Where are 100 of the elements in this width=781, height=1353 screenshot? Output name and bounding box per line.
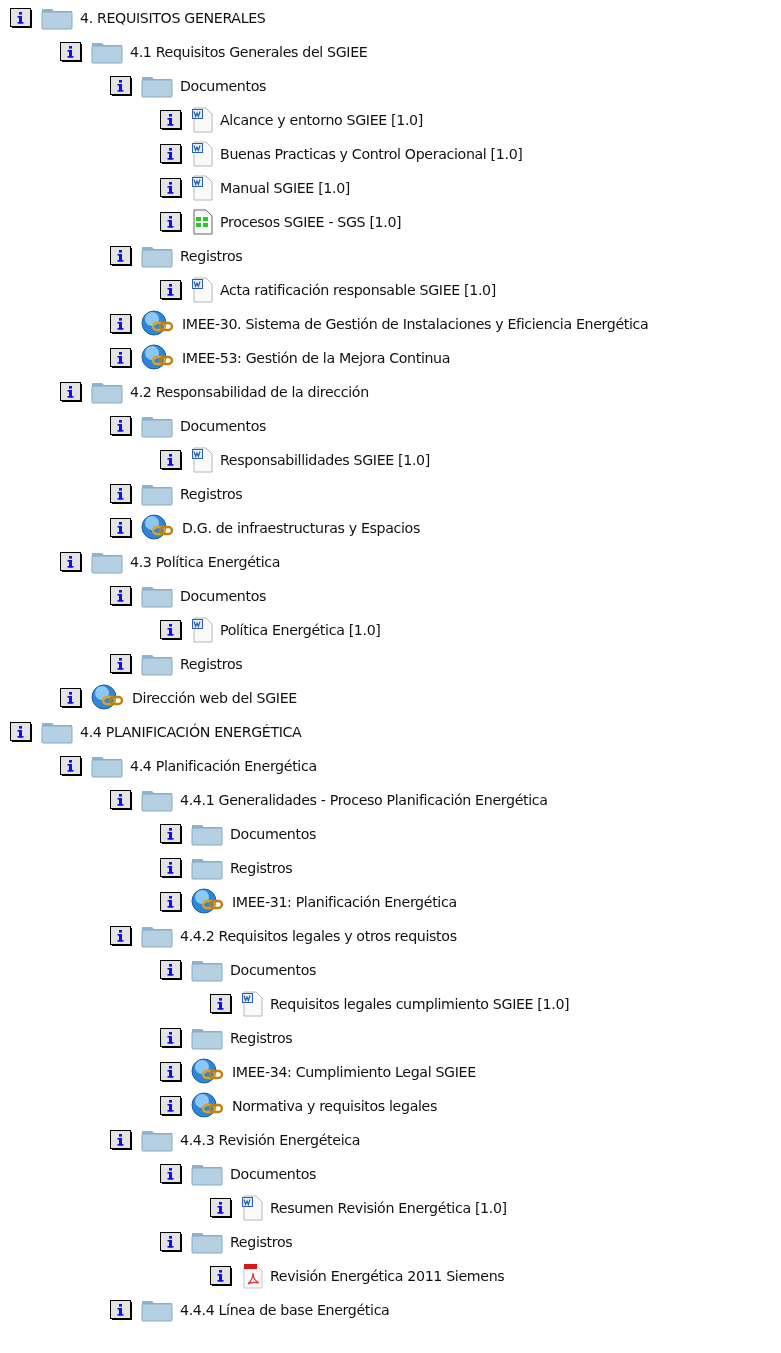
folder-label[interactable]: 4.4 Planificación Energética (130, 758, 317, 774)
info-icon[interactable] (110, 1299, 133, 1321)
info-icon[interactable] (160, 279, 183, 301)
file-label[interactable]: Alcance y entorno SGIEE [1.0] (220, 112, 423, 128)
folder-label[interactable]: 4.4 PLANIFICACIÓN ENERGÉTICA (80, 724, 302, 740)
folder-icon (141, 584, 173, 608)
info-icon[interactable] (160, 823, 183, 845)
info-icon[interactable] (160, 1095, 183, 1117)
info-icon[interactable] (110, 347, 133, 369)
folder-icon (141, 74, 173, 98)
info-icon[interactable] (160, 143, 183, 165)
folder-icon (41, 720, 73, 744)
info-icon[interactable] (110, 75, 133, 97)
file-label[interactable]: Política Energética [1.0] (220, 622, 381, 638)
info-icon[interactable] (160, 857, 183, 879)
info-icon[interactable] (110, 653, 133, 675)
info-icon[interactable] (160, 211, 183, 233)
folder-label[interactable]: 4.1 Requisitos Generales del SGIEE (130, 44, 368, 60)
folder-label[interactable]: Documentos (180, 418, 267, 434)
link-label[interactable]: Normativa y requisitos legales (232, 1098, 437, 1114)
info-icon[interactable] (110, 313, 133, 335)
folder-label[interactable]: 4.3 Política Energética (130, 554, 281, 570)
info-icon[interactable] (160, 1027, 183, 1049)
info-icon[interactable] (110, 415, 133, 437)
folder-label[interactable]: Registros (180, 486, 243, 502)
folder-label[interactable]: Registros (230, 1030, 293, 1046)
info-icon[interactable] (160, 1163, 183, 1185)
folder-label[interactable]: Registros (230, 1234, 293, 1250)
file-label[interactable]: Buenas Practicas y Control Operacional [1.0] (220, 146, 523, 162)
info-icon[interactable] (110, 517, 133, 539)
document-icon (191, 141, 213, 167)
info-icon[interactable] (160, 1231, 183, 1253)
link-label[interactable]: IMEE-53: Gestión de la Mejora Continua (182, 350, 451, 366)
folder-icon (191, 856, 223, 880)
info-icon[interactable] (110, 925, 133, 947)
globe-link-icon (141, 310, 175, 338)
link-label[interactable]: Dirección web del SGIEE (132, 690, 297, 706)
file-label[interactable]: Requisitos legales cumplimiento SGIEE [1.0] (270, 996, 570, 1012)
folder-label[interactable]: 4.2 Responsabilidad de la dirección (130, 384, 369, 400)
info-icon[interactable] (160, 619, 183, 641)
document-icon (191, 277, 213, 303)
folder-icon (91, 40, 123, 64)
info-icon[interactable] (110, 585, 133, 607)
document-icon (241, 1195, 263, 1221)
file-label[interactable]: Responsabillidades SGIEE [1.0] (220, 452, 430, 468)
folder-icon (91, 754, 123, 778)
folder-label[interactable]: Registros (180, 656, 243, 672)
info-icon[interactable] (60, 687, 83, 709)
link-label[interactable]: IMEE-31: Planificación Energética (232, 894, 457, 910)
info-icon[interactable] (210, 993, 233, 1015)
file-label[interactable]: Manual SGIEE [1.0] (220, 180, 351, 196)
link-label[interactable]: IMEE-30. Sistema de Gestión de Instalaciones y Eficiencia Energética (182, 316, 649, 332)
info-icon[interactable] (160, 959, 183, 981)
folder-icon (141, 482, 173, 506)
link-label[interactable]: D.G. de infraestructuras y Espacios (182, 520, 420, 536)
file-label[interactable]: Acta ratificación responsable SGIEE [1.0] (220, 282, 496, 298)
folder-icon (91, 380, 123, 404)
link-label[interactable]: IMEE-34: Cumplimiento Legal SGIEE (232, 1064, 476, 1080)
info-icon[interactable] (210, 1197, 233, 1219)
folder-label[interactable]: Documentos (230, 962, 317, 978)
folder-label[interactable]: 4. REQUISITOS GENERALES (80, 10, 266, 26)
info-icon[interactable] (110, 245, 133, 267)
folder-label[interactable]: Documentos (180, 78, 267, 94)
folder-icon (141, 788, 173, 812)
info-icon[interactable] (10, 7, 33, 29)
folder-label[interactable]: Documentos (180, 588, 267, 604)
info-icon[interactable] (60, 755, 83, 777)
folder-icon (141, 1128, 173, 1152)
folder-label[interactable]: 4.4.2 Requisitos legales y otros requistos (180, 928, 457, 944)
folder-label[interactable]: Documentos (230, 826, 317, 842)
folder-label[interactable]: 4.4.1 Generalidades - Proceso Planificación Energética (180, 792, 548, 808)
folder-label[interactable]: 4.4.3 Revisión Energéteica (180, 1132, 361, 1148)
folder-label[interactable]: Registros (230, 860, 293, 876)
info-icon[interactable] (60, 551, 83, 573)
document-icon (191, 175, 213, 201)
folder-label[interactable]: 4.4.4 Línea de base Energética (180, 1302, 390, 1318)
info-icon[interactable] (160, 1061, 183, 1083)
file-label[interactable]: Procesos SGIEE - SGS [1.0] (220, 214, 402, 230)
info-icon[interactable] (110, 1129, 133, 1151)
info-icon[interactable] (160, 891, 183, 913)
info-icon[interactable] (160, 177, 183, 199)
info-icon[interactable] (160, 449, 183, 471)
folder-label[interactable]: Documentos (230, 1166, 317, 1182)
folder-icon (191, 822, 223, 846)
file-label[interactable]: Revisión Energética 2011 Siemens (270, 1268, 505, 1284)
info-icon[interactable] (110, 483, 133, 505)
info-icon[interactable] (60, 381, 83, 403)
file-label[interactable]: Resumen Revisión Energética [1.0] (270, 1200, 507, 1216)
folder-icon (191, 1230, 223, 1254)
info-icon[interactable] (210, 1265, 233, 1287)
info-icon[interactable] (10, 721, 33, 743)
globe-link-icon (191, 888, 225, 916)
folder-label[interactable]: Registros (180, 248, 243, 264)
folder-icon (191, 1162, 223, 1186)
globe-link-icon (91, 684, 125, 712)
info-icon[interactable] (110, 789, 133, 811)
folder-icon (41, 6, 73, 30)
info-icon[interactable] (160, 109, 183, 131)
folder-icon (191, 1026, 223, 1050)
info-icon[interactable] (60, 41, 83, 63)
